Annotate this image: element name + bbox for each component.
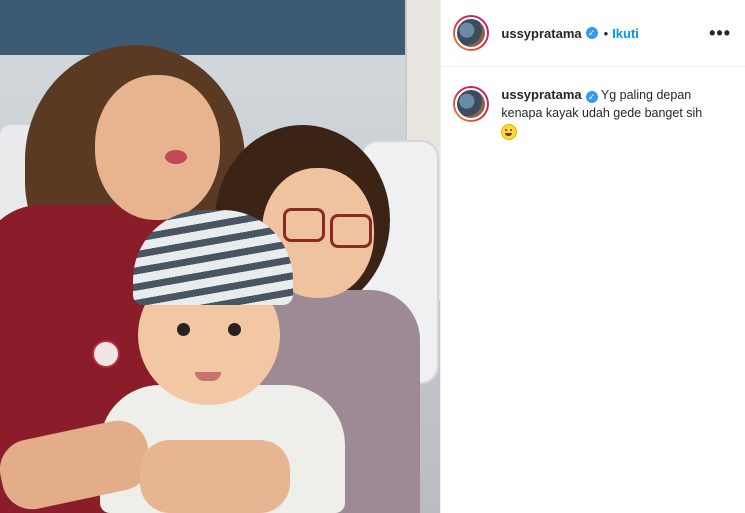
instagram-post: ussypratama ✓ • Ikuti ••• ussypratama ✓ Y… xyxy=(0,0,745,513)
verified-icon: ✓ xyxy=(585,27,598,39)
glasses-left-lens xyxy=(283,208,325,242)
caption: ussypratama ✓ Yg paling depan kenapa kaya… xyxy=(441,67,745,145)
more-options-icon[interactable]: ••• xyxy=(709,23,731,44)
photo-wall xyxy=(0,0,441,55)
post-header: ussypratama ✓ • Ikuti ••• xyxy=(441,0,745,67)
caption-text: ussypratama ✓ Yg paling depan kenapa kaya… xyxy=(501,86,702,145)
avatar[interactable] xyxy=(453,15,490,51)
caption-avatar[interactable] xyxy=(453,86,490,122)
glasses-right-lens xyxy=(330,214,372,248)
username-link[interactable]: ussypratama xyxy=(501,26,581,41)
shirt-badge xyxy=(92,340,120,368)
separator-dot: • xyxy=(603,25,609,41)
caption-line-2: kenapa kayak udah gede banget sih xyxy=(501,106,703,120)
arm-right xyxy=(140,440,290,513)
older-girl-face xyxy=(95,75,220,220)
follow-button[interactable]: Ikuti xyxy=(612,26,639,41)
grinning-sweat-emoji-icon xyxy=(501,124,518,140)
baby-eye-left xyxy=(177,323,190,336)
avatar-image xyxy=(455,17,488,49)
caption-avatar-image xyxy=(455,88,488,120)
post-sidebar: ussypratama ✓ • Ikuti ••• ussypratama ✓ Y… xyxy=(440,0,745,513)
post-photo[interactable] xyxy=(0,0,441,513)
baby-eye-right xyxy=(228,323,241,336)
caption-username-link[interactable]: ussypratama xyxy=(501,87,581,102)
caption-verified-icon: ✓ xyxy=(585,91,598,103)
older-girl-lips xyxy=(165,150,187,164)
caption-line-1: Yg paling depan xyxy=(600,88,692,102)
